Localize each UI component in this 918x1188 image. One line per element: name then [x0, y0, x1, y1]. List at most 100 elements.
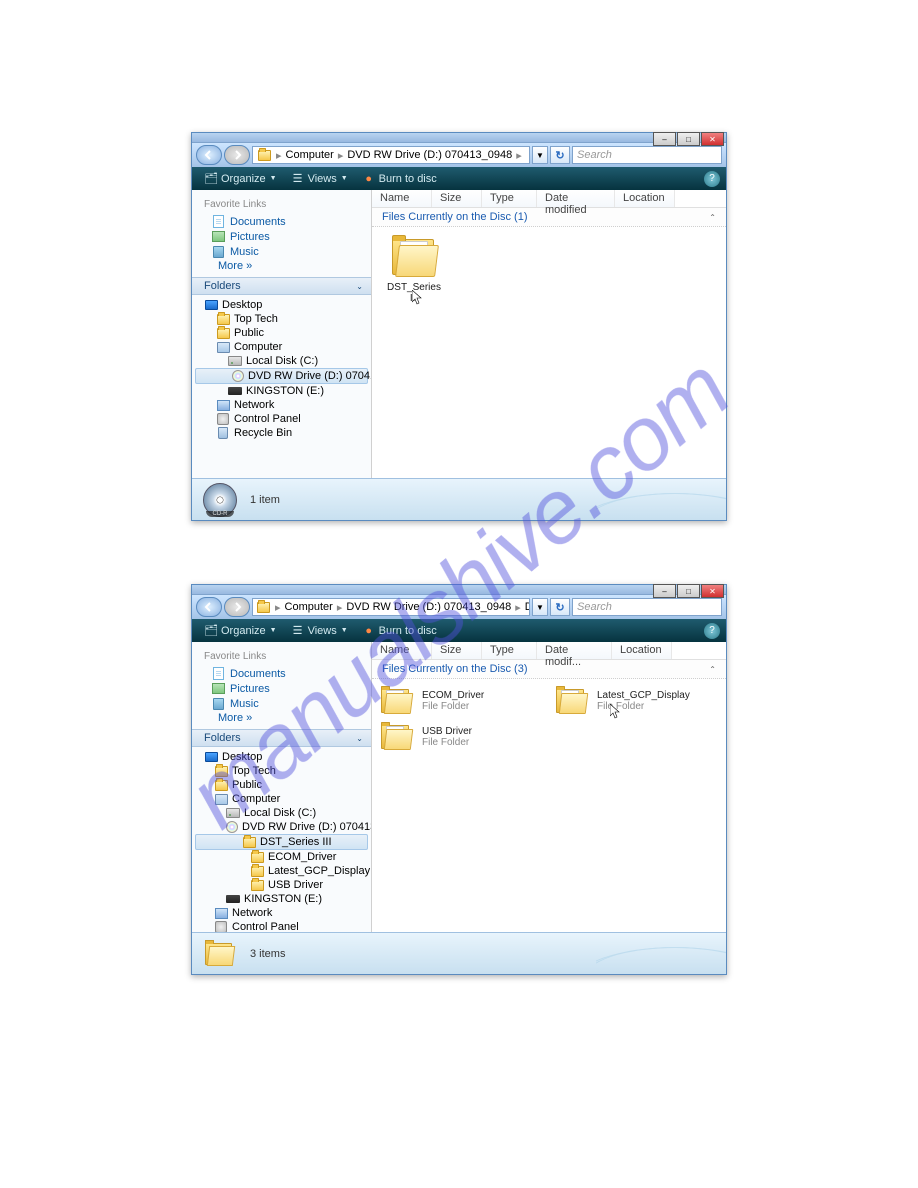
- column-header-date[interactable]: Date modified: [537, 190, 615, 207]
- breadcrumb-segment[interactable]: Computer: [284, 149, 336, 161]
- favorite-music[interactable]: Music: [204, 244, 363, 259]
- tree-item[interactable]: Computer: [192, 340, 371, 354]
- tree-item[interactable]: Desktop: [192, 750, 371, 764]
- content-pane[interactable]: Name Size Type Date modif... Location Fi…: [372, 642, 726, 932]
- folder-item[interactable]: USB DriverFile Folder: [380, 721, 543, 753]
- column-header-size[interactable]: Size: [432, 190, 482, 207]
- tree-item[interactable]: Desktop: [192, 298, 371, 312]
- favorite-links-header: Favorite Links: [204, 196, 363, 214]
- tree-item[interactable]: Local Disk (C:): [192, 806, 371, 820]
- forward-button[interactable]: [224, 597, 250, 617]
- folder-icon: [216, 312, 230, 326]
- column-header-location[interactable]: Location: [612, 642, 672, 659]
- tree-item[interactable]: ECOM_Driver: [192, 850, 371, 864]
- tree-item[interactable]: Public: [192, 778, 371, 792]
- column-header-location[interactable]: Location: [615, 190, 675, 207]
- tree-item[interactable]: Control Panel: [192, 412, 371, 426]
- tree-item[interactable]: Public: [192, 326, 371, 340]
- favorite-more[interactable]: More »: [204, 259, 363, 273]
- favorite-documents[interactable]: Documents: [204, 214, 363, 229]
- organize-button[interactable]: 🗂Organize▼: [198, 170, 283, 188]
- tree-item[interactable]: Network: [192, 906, 371, 920]
- folder-tree[interactable]: DesktopTop TechPublicComputerLocal Disk …: [192, 295, 371, 478]
- folder-name-label: DST_Series III: [382, 282, 446, 304]
- tree-item[interactable]: Recycle Bin: [192, 426, 371, 440]
- address-dropdown-button[interactable]: ▼: [532, 598, 548, 616]
- usb-icon: [228, 384, 242, 398]
- maximize-button[interactable]: □: [677, 584, 700, 598]
- tree-item[interactable]: Top Tech: [192, 764, 371, 778]
- titlebar[interactable]: – □ ✕: [192, 585, 726, 595]
- folders-header[interactable]: Folders⌄: [192, 277, 371, 295]
- column-header-name[interactable]: Name: [372, 642, 432, 659]
- search-input[interactable]: Search: [572, 598, 722, 616]
- favorite-music[interactable]: Music: [204, 696, 363, 711]
- minimize-button[interactable]: –: [653, 584, 676, 598]
- folder-tile[interactable]: DST_Series III: [382, 235, 446, 304]
- favorite-pictures[interactable]: Pictures: [204, 229, 363, 244]
- search-input[interactable]: Search: [572, 146, 722, 164]
- close-button[interactable]: ✕: [701, 584, 724, 598]
- tree-item[interactable]: DST_Series III: [195, 834, 368, 850]
- disc-group-header[interactable]: Files Currently on the Disc (1)⌃: [372, 208, 726, 227]
- breadcrumb-segment[interactable]: Computer: [283, 601, 335, 613]
- close-button[interactable]: ✕: [701, 132, 724, 146]
- tree-item[interactable]: DVD RW Drive (D:) 070413_0948: [195, 368, 368, 384]
- column-header-type[interactable]: Type: [482, 190, 537, 207]
- column-header-name[interactable]: Name: [372, 190, 432, 207]
- favorite-documents[interactable]: Documents: [204, 666, 363, 681]
- minimize-button[interactable]: –: [653, 132, 676, 146]
- tree-item[interactable]: Control Panel: [192, 920, 371, 932]
- forward-button[interactable]: [224, 145, 250, 165]
- chevron-down-icon: ⌄: [356, 734, 363, 743]
- disc-group-header[interactable]: Files Currently on the Disc (3)⌃: [372, 660, 726, 679]
- status-text: 1 item: [250, 494, 280, 506]
- organize-label: Organize: [221, 173, 266, 185]
- collapse-icon[interactable]: ⌃: [709, 665, 716, 674]
- back-button[interactable]: [196, 145, 222, 165]
- folders-header[interactable]: Folders⌄: [192, 729, 371, 747]
- folder-icon: [380, 722, 414, 752]
- picture-icon: [212, 230, 225, 243]
- burn-button[interactable]: ●Burn to disc: [356, 170, 443, 188]
- burn-label: Burn to disc: [379, 173, 437, 185]
- organize-button[interactable]: 🗂Organize▼: [198, 622, 283, 640]
- tree-item[interactable]: Top Tech: [192, 312, 371, 326]
- column-header-type[interactable]: Type: [482, 642, 537, 659]
- folder-item[interactable]: Latest_GCP_DisplayFile Folder: [555, 685, 718, 717]
- collapse-icon[interactable]: ⌃: [709, 213, 716, 222]
- breadcrumb-segment[interactable]: DVD RW Drive (D:) 070413_0948: [345, 149, 514, 161]
- tree-item[interactable]: KINGSTON (E:): [192, 892, 371, 906]
- views-button[interactable]: ☰Views▼: [285, 170, 354, 188]
- tree-item[interactable]: Computer: [192, 792, 371, 806]
- column-header-date[interactable]: Date modif...: [537, 642, 612, 659]
- favorite-pictures[interactable]: Pictures: [204, 681, 363, 696]
- help-button[interactable]: ?: [704, 623, 720, 639]
- tree-item[interactable]: Network: [192, 398, 371, 412]
- address-path[interactable]: ▸ Computer ▸ DVD RW Drive (D:) 070413_09…: [252, 146, 530, 164]
- maximize-button[interactable]: □: [677, 132, 700, 146]
- tree-item[interactable]: Local Disk (C:): [192, 354, 371, 368]
- content-pane[interactable]: Name Size Type Date modified Location Fi…: [372, 190, 726, 478]
- titlebar[interactable]: – □ ✕: [192, 133, 726, 143]
- column-header-size[interactable]: Size: [432, 642, 482, 659]
- toolbar: 🗂Organize▼ ☰Views▼ ●Burn to disc ?: [192, 167, 726, 190]
- breadcrumb-segment[interactable]: DVD RW Drive (D:) 070413_0948: [344, 601, 513, 613]
- tree-item[interactable]: Latest_GCP_Display: [192, 864, 371, 878]
- views-button[interactable]: ☰Views▼: [285, 622, 354, 640]
- tree-item[interactable]: DVD RW Drive (D:) 070413_0948: [192, 820, 371, 834]
- help-button[interactable]: ?: [704, 171, 720, 187]
- address-dropdown-button[interactable]: ▼: [532, 146, 548, 164]
- folder-item[interactable]: ECOM_DriverFile Folder: [380, 685, 543, 717]
- folder-tree[interactable]: DesktopTop TechPublicComputerLocal Disk …: [192, 747, 371, 932]
- favorite-more[interactable]: More »: [204, 711, 363, 725]
- address-path[interactable]: ▸ Computer ▸ DVD RW Drive (D:) 070413_09…: [252, 598, 530, 616]
- refresh-button[interactable]: ↻: [550, 598, 570, 616]
- refresh-button[interactable]: ↻: [550, 146, 570, 164]
- tree-item[interactable]: USB Driver: [192, 878, 371, 892]
- breadcrumb-segment[interactable]: DST_Series III: [523, 601, 530, 613]
- tree-item[interactable]: KINGSTON (E:): [192, 384, 371, 398]
- burn-button[interactable]: ●Burn to disc: [356, 622, 443, 640]
- folder-icon: [214, 778, 228, 792]
- back-button[interactable]: [196, 597, 222, 617]
